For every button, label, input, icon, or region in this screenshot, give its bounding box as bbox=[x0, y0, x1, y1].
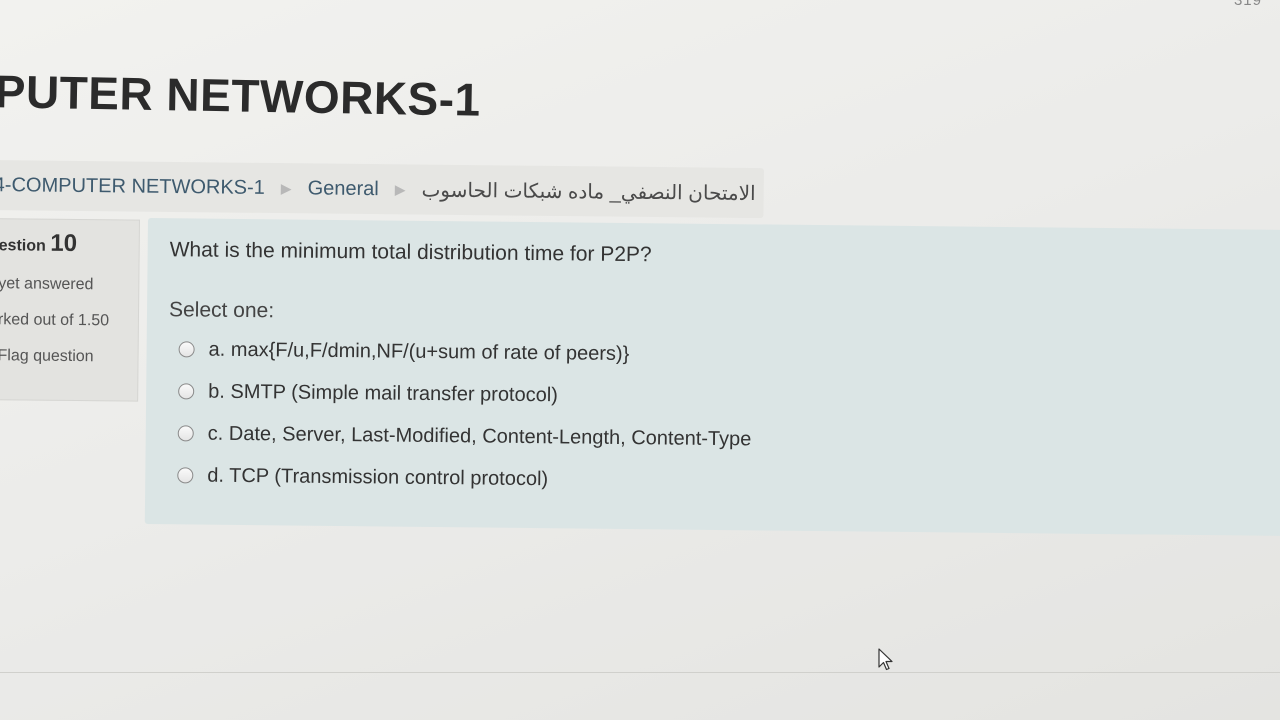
footer-divider bbox=[0, 672, 1280, 673]
answer-option-b[interactable]: b. SMTP (Simple mail transfer protocol) bbox=[168, 376, 1280, 418]
question-number-value: 10 bbox=[50, 229, 78, 258]
triangle-right-icon: ▶ bbox=[280, 179, 292, 196]
breadcrumb-item-quiz[interactable]: الامتحان النصفي_ ماده شبكات الحاسوب bbox=[421, 177, 755, 205]
answer-option-c[interactable]: c. Date, Server, Last-Modified, Content-… bbox=[168, 418, 1280, 460]
answer-option-label[interactable]: c. Date, Server, Last-Modified, Content-… bbox=[208, 422, 752, 451]
answer-option-label[interactable]: b. SMTP (Simple mail transfer protocol) bbox=[208, 380, 558, 407]
answer-option-a[interactable]: a. max{F/u,F/dmin,NF/(u+sum of rate of p… bbox=[168, 334, 1280, 376]
page-number: 319 bbox=[1233, 0, 1262, 9]
radio-unchecked-icon[interactable] bbox=[178, 341, 195, 358]
question-info-panel: estion 10 yet answered rked out of 1.50 … bbox=[0, 218, 140, 402]
breadcrumb-item-section[interactable]: General bbox=[308, 177, 379, 201]
question-state: yet answered bbox=[0, 275, 94, 294]
answer-option-d[interactable]: d. TCP (Transmission control protocol) bbox=[167, 460, 1280, 502]
breadcrumb: 4-COMPUTER NETWORKS-1 ▶ General ▶ الامتح… bbox=[0, 160, 764, 219]
radio-unchecked-icon[interactable] bbox=[178, 383, 195, 400]
question-number: estion 10 bbox=[0, 229, 139, 258]
mouse-pointer-icon bbox=[878, 648, 893, 671]
course-title: IPUTER NETWORKS-1 bbox=[0, 64, 482, 126]
select-one-prompt: Select one: bbox=[168, 298, 275, 323]
radio-unchecked-icon[interactable] bbox=[177, 467, 194, 484]
question-content: What is the minimum total distribution t… bbox=[144, 218, 1280, 537]
flag-question-label[interactable]: Flag question bbox=[0, 347, 94, 366]
answer-option-label[interactable]: a. max{F/u,F/dmin,NF/(u+sum of rate of p… bbox=[209, 338, 630, 365]
question-text: What is the minimum total distribution t… bbox=[169, 238, 652, 267]
answer-option-label[interactable]: d. TCP (Transmission control protocol) bbox=[207, 464, 548, 491]
radio-unchecked-icon[interactable] bbox=[177, 425, 194, 442]
triangle-right-icon: ▶ bbox=[394, 180, 406, 197]
question-marks: rked out of 1.50 bbox=[0, 311, 110, 330]
question-number-label: estion bbox=[0, 237, 46, 255]
flag-question-link[interactable]: Flag question bbox=[0, 347, 138, 366]
breadcrumb-item-course[interactable]: 4-COMPUTER NETWORKS-1 bbox=[0, 174, 265, 200]
answer-options: a. max{F/u,F/dmin,NF/(u+sum of rate of p… bbox=[167, 334, 1280, 502]
